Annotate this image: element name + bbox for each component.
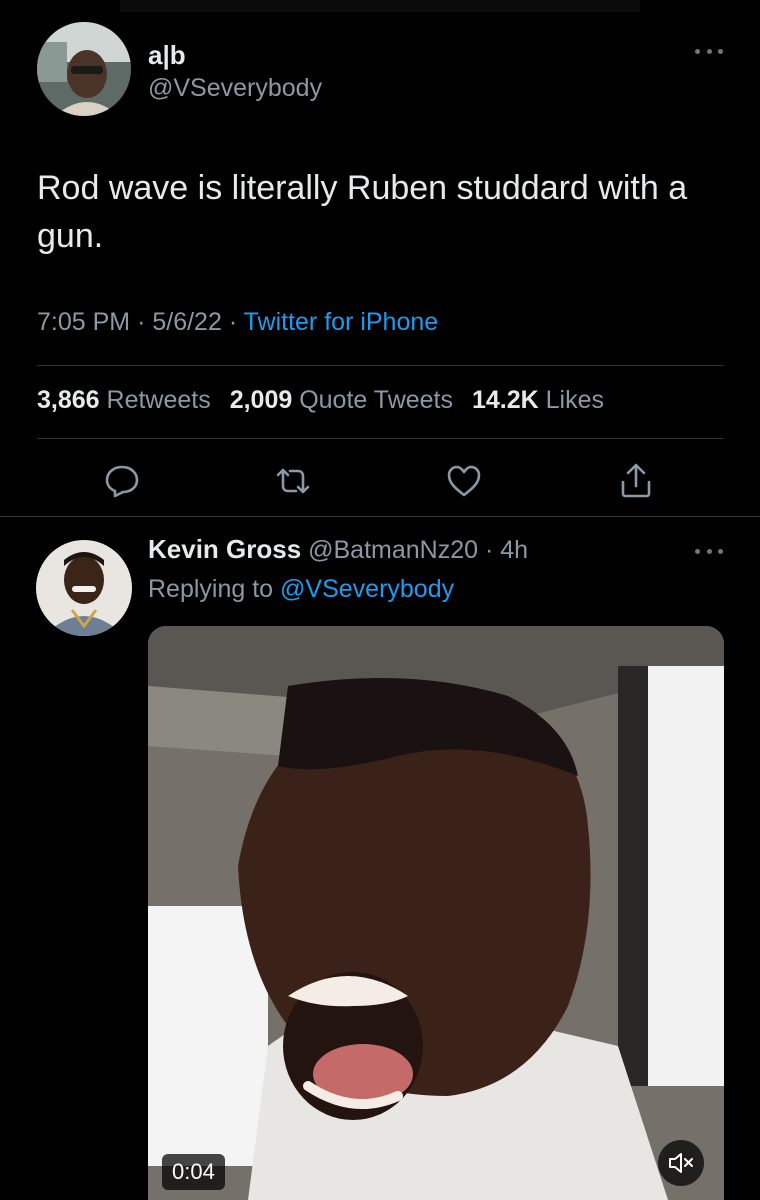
replying-to-label: Replying to	[148, 575, 274, 603]
retweets-label: Retweets	[106, 386, 211, 414]
video-duration-badge: 0:04	[162, 1154, 225, 1190]
share-icon	[621, 463, 651, 498]
meta-separator: ·	[484, 536, 494, 564]
quotes-label: Quote Tweets	[299, 386, 453, 414]
reply-more-options-icon[interactable]	[695, 546, 723, 556]
reply-header: Kevin Gross @BatmanNz20 · 4h	[148, 534, 528, 565]
replying-to: Replying to @VSeverybody	[148, 575, 454, 604]
replying-to-mention[interactable]: @VSeverybody	[280, 575, 454, 603]
reply-button[interactable]	[103, 462, 141, 500]
tweet-date: 5/6/22	[152, 308, 222, 336]
retweets-count: 3,866	[37, 386, 100, 414]
reply-icon	[105, 465, 139, 498]
retweets-stat[interactable]: 3,866 Retweets	[37, 386, 211, 414]
tweet-source-link[interactable]: Twitter for iPhone	[244, 308, 439, 336]
divider	[37, 438, 724, 439]
author-handle[interactable]: @VSeverybody	[148, 74, 322, 103]
author-display-name[interactable]: a|b	[148, 40, 186, 71]
meta-separator: ·	[137, 308, 146, 336]
reply-video[interactable]: 0:04	[148, 626, 724, 1200]
like-button[interactable]	[445, 462, 483, 500]
divider	[37, 365, 724, 366]
retweet-button[interactable]	[274, 462, 312, 500]
quotes-stat[interactable]: 2,009 Quote Tweets	[230, 386, 453, 414]
reply-age: 4h	[500, 536, 529, 564]
reply-author-handle[interactable]: @BatmanNz20	[308, 536, 478, 564]
like-icon	[447, 465, 481, 497]
tweet-text: Rod wave is literally Ruben studdard wit…	[37, 169, 688, 255]
share-button[interactable]	[617, 462, 655, 500]
muted-speaker-icon	[669, 1153, 693, 1173]
tweet-time: 7:05 PM	[37, 308, 131, 336]
author-avatar[interactable]	[37, 22, 131, 116]
tweet-meta: 7:05 PM · 5/6/22 · Twitter for iPhone	[37, 308, 438, 337]
reply-author-avatar[interactable]	[36, 540, 132, 636]
status-bar-strip	[120, 0, 640, 12]
more-options-icon[interactable]	[695, 46, 723, 56]
retweet-icon	[276, 468, 310, 494]
tweet-stats: 3,866 Retweets 2,009 Quote Tweets 14.2K …	[37, 386, 604, 415]
meta-separator: ·	[228, 308, 238, 336]
likes-count: 14.2K	[471, 386, 539, 414]
reply-author-avatar-image	[36, 540, 132, 636]
mute-toggle-button[interactable]	[658, 1140, 704, 1186]
quotes-count: 2,009	[229, 386, 293, 414]
likes-label: Likes	[545, 386, 604, 414]
video-frame	[148, 626, 724, 1200]
reply-author-name[interactable]: Kevin Gross	[148, 534, 301, 564]
likes-stat[interactable]: 14.2K Likes	[472, 386, 604, 414]
author-avatar-image	[37, 22, 131, 116]
divider	[0, 516, 760, 517]
